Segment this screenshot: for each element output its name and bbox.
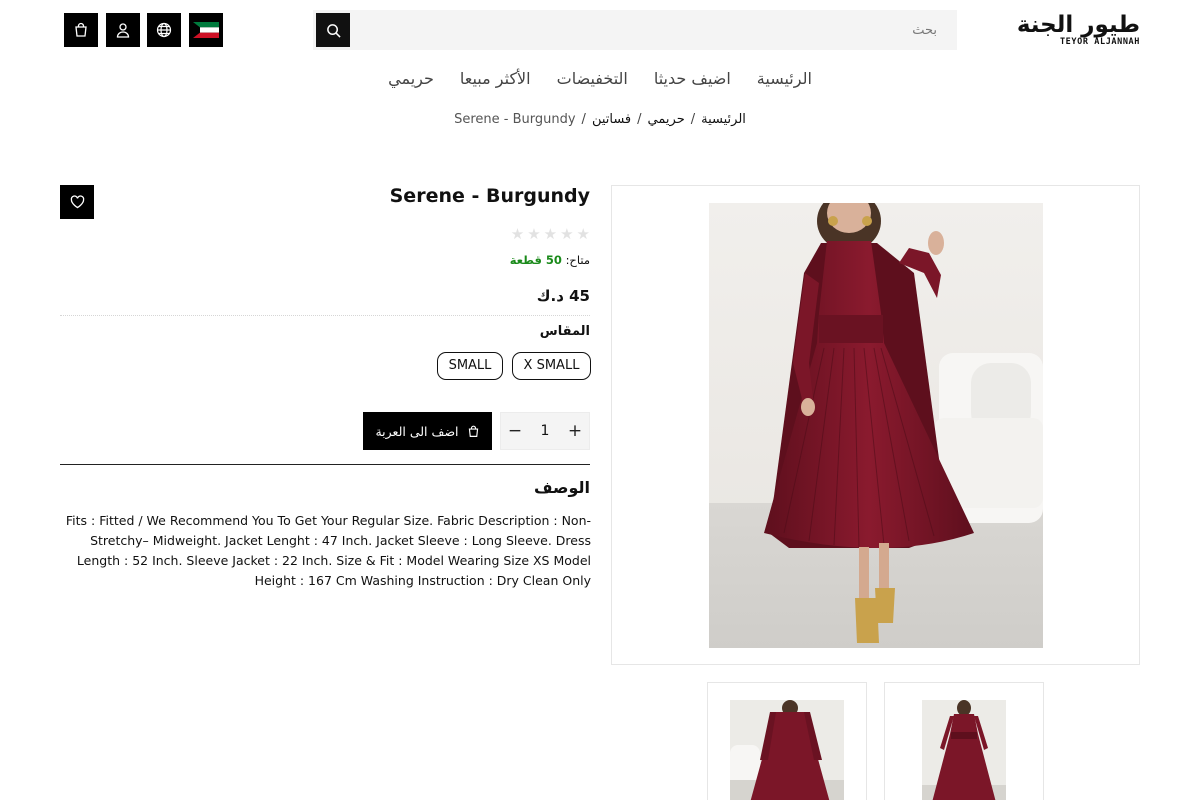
product-image-frame	[611, 185, 1140, 665]
add-to-cart-label: اضف الى العربة	[375, 423, 459, 439]
divider	[60, 315, 590, 316]
size-label: المقاس	[539, 324, 590, 339]
star-icon: ★	[560, 225, 574, 243]
shopping-bag-icon	[468, 425, 478, 437]
search-icon	[326, 23, 341, 38]
account-button[interactable]	[106, 13, 140, 47]
description-title: الوصف	[533, 478, 590, 497]
breadcrumb-separator: /	[581, 112, 586, 127]
divider	[60, 464, 590, 465]
logo-english: TEYOR ALJANNAH	[1059, 37, 1140, 47]
stock-value: 50 قطعة	[509, 253, 562, 267]
breadcrumb-home[interactable]: الرئيسية	[701, 112, 746, 127]
kuwait-flag-icon	[193, 22, 219, 38]
search-input[interactable]	[357, 10, 947, 50]
country-button[interactable]	[189, 13, 223, 47]
logo[interactable]: طيور الجنة TEYOR ALJANNAH	[1016, 12, 1141, 47]
breadcrumb-separator: /	[637, 112, 642, 127]
cart-icon	[75, 22, 87, 37]
quantity-input[interactable]	[529, 413, 561, 449]
breadcrumb-current: Serene - Burgundy	[454, 112, 576, 127]
search-bar	[313, 10, 957, 50]
search-button[interactable]	[316, 13, 350, 47]
add-to-cart-button[interactable]: اضف الى العربة	[363, 412, 492, 450]
stock-status: متاح: 50 قطعة	[510, 252, 590, 268]
main-nav: الرئيسية اضيف حديثا التخفيضات الأكثر مبي…	[0, 66, 1200, 92]
nav-item-new-arrivals[interactable]: اضيف حديثا	[654, 66, 731, 92]
rating-stars: ★ ★ ★ ★ ★	[511, 226, 590, 242]
heart-icon	[70, 195, 84, 209]
nav-item-home[interactable]: الرئيسية	[757, 66, 812, 92]
product-title: Serene - Burgundy	[389, 185, 590, 207]
breadcrumb-separator: /	[690, 112, 696, 127]
quantity-increase-button[interactable]: +	[561, 413, 589, 449]
size-option-x-small[interactable]: X SMALL	[512, 352, 591, 380]
star-icon: ★	[576, 225, 590, 243]
breadcrumb-dresses[interactable]: فساتين	[592, 112, 631, 127]
product-thumbnail-1[interactable]	[707, 682, 867, 800]
stock-label: متاح:	[565, 253, 590, 267]
star-icon: ★	[527, 225, 541, 243]
quantity-stepper: − +	[500, 412, 590, 450]
globe-icon	[156, 22, 172, 38]
quantity-decrease-button[interactable]: −	[501, 413, 529, 449]
nav-item-sale[interactable]: التخفيضات	[557, 66, 628, 92]
nav-item-women[interactable]: حريمي	[388, 66, 434, 92]
language-button[interactable]	[147, 13, 181, 47]
user-icon	[116, 23, 130, 38]
description-text: Fits : Fitted / We Recommend You To Get …	[65, 513, 591, 588]
breadcrumb-women[interactable]: حريمي	[648, 112, 685, 127]
product-thumbnail-2[interactable]	[884, 682, 1044, 800]
product-price: 45 د.ك	[536, 287, 590, 305]
cart-button[interactable]	[64, 13, 98, 47]
product-main-image[interactable]	[709, 203, 1043, 648]
star-icon: ★	[510, 225, 525, 243]
star-icon: ★	[543, 225, 558, 243]
logo-arabic: طيور الجنة	[1016, 12, 1141, 38]
wishlist-button[interactable]	[60, 185, 94, 219]
breadcrumb: الرئيسية / حريمي / فساتين / Serene - Burgundy	[0, 110, 1200, 130]
size-option-small[interactable]: SMALL	[437, 352, 503, 380]
nav-item-best-sellers[interactable]: الأكثر مبيعا	[460, 66, 531, 92]
